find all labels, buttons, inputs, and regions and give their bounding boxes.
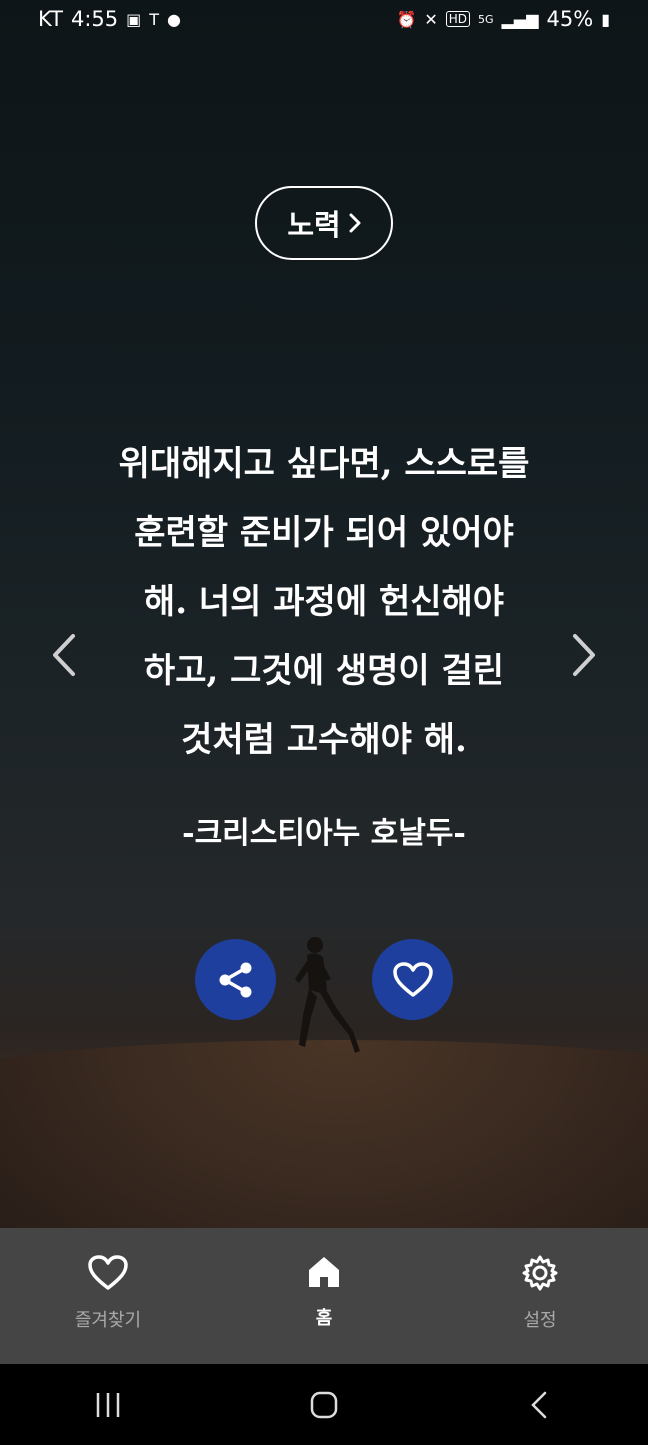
quote-line: 하고, 그것에 생명이 걸린 — [143, 651, 505, 691]
quote-text: 위대해지고 싶다면, 스스로를 훈련할 준비가 되어 있어야 해. 너의 과정에… — [80, 430, 568, 775]
heart-outline-icon — [88, 1255, 128, 1290]
recents-icon[interactable] — [93, 1390, 123, 1420]
nav-label-settings: 설정 — [523, 1310, 557, 1331]
nav-label-favorites: 즐겨찾기 — [74, 1310, 142, 1331]
hill-silhouette — [0, 1040, 648, 1228]
chevron-right-icon — [573, 634, 595, 676]
home-icon — [309, 1257, 339, 1287]
signal-icon: ▂▄▆ — [501, 9, 539, 29]
category-button[interactable]: 노력 — [255, 186, 393, 260]
previous-quote-button[interactable] — [44, 630, 84, 680]
heart-icon — [392, 961, 433, 997]
quote-author: -크리스티아누 호날두- — [182, 816, 466, 851]
gear-icon — [522, 1255, 558, 1291]
runner-silhouette — [295, 937, 360, 1053]
battery-icon: ▮ — [601, 9, 610, 29]
alarm-icon: ⏰ — [396, 9, 417, 29]
carrier-label: KT — [38, 7, 63, 31]
mute-icon: ✕ — [424, 9, 438, 29]
bottom-navigation: 즐겨찾기 홈 설정 — [0, 1228, 648, 1364]
back-icon[interactable] — [525, 1390, 555, 1420]
next-quote-button[interactable] — [564, 630, 604, 680]
home-circle-icon[interactable] — [309, 1390, 339, 1420]
nav-label-home: 홈 — [315, 1308, 333, 1329]
hd-icon: HD — [445, 11, 471, 27]
category-label: 노력 — [287, 208, 341, 242]
network-icon: 5G — [478, 12, 494, 26]
battery-percent: 45% — [546, 7, 594, 31]
time-label: 4:55 — [70, 7, 119, 31]
quote-line: 위대해지고 싶다면, 스스로를 — [118, 444, 530, 484]
quote-line: 것처럼 고수해야 해. — [181, 720, 467, 760]
favorite-button[interactable] — [372, 939, 453, 1020]
quote-line: 해. 너의 과정에 헌신해야 — [143, 582, 505, 622]
nav-item-settings[interactable]: 설정 — [432, 1228, 648, 1364]
system-navigation-bar — [0, 1364, 648, 1445]
quote-line: 훈련할 준비가 되어 있어야 — [134, 513, 514, 553]
chevron-right-icon — [349, 213, 361, 233]
chevron-left-icon — [53, 634, 75, 676]
t-icon: T — [149, 9, 160, 29]
gallery-icon: ▣ — [126, 9, 142, 29]
share-button[interactable] — [195, 939, 276, 1020]
share-icon — [219, 962, 251, 997]
status-bar: KT 4:55 ▣ T ● ⏰ ✕ HD 5G ▂▄▆ 45% ▮ — [0, 0, 648, 38]
nav-item-favorites[interactable]: 즐겨찾기 — [0, 1228, 216, 1364]
nav-item-home[interactable]: 홈 — [216, 1228, 432, 1364]
chat-icon: ● — [167, 9, 182, 29]
